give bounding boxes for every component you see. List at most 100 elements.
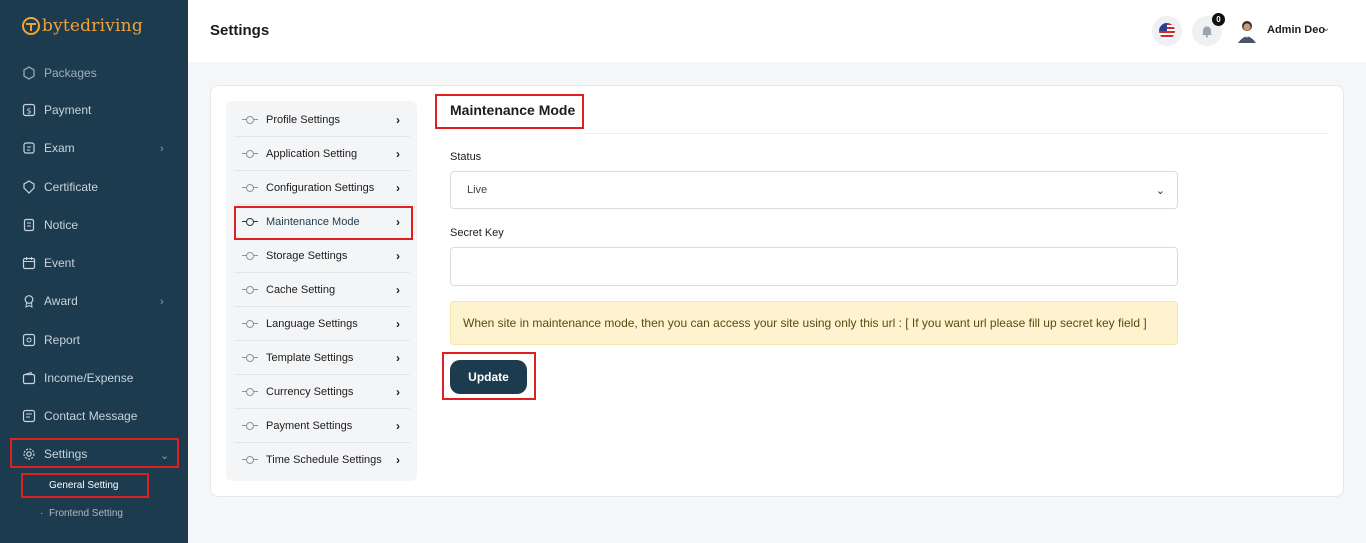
svg-text:$: $ bbox=[26, 107, 31, 116]
sidebar-item-report[interactable]: Report bbox=[22, 330, 80, 350]
node-icon bbox=[242, 115, 258, 124]
settings-menu-label: Cache Setting bbox=[266, 283, 336, 296]
settings-menu-application[interactable]: Application Setting › bbox=[234, 137, 410, 171]
settings-menu-profile[interactable]: Profile Settings › bbox=[234, 103, 410, 137]
settings-menu-configuration[interactable]: Configuration Settings › bbox=[234, 171, 410, 205]
notice-icon bbox=[22, 218, 36, 232]
secret-key-input[interactable] bbox=[450, 247, 1178, 286]
chevron-right-icon: › bbox=[160, 143, 164, 155]
sidebar-item-packages[interactable]: Packages bbox=[22, 63, 97, 83]
node-icon bbox=[242, 319, 258, 328]
settings-menu-label: Time Schedule Settings bbox=[266, 454, 382, 466]
chevron-right-icon: › bbox=[396, 112, 400, 127]
secret-key-label: Secret Key bbox=[450, 227, 504, 239]
bell-icon bbox=[1202, 26, 1212, 38]
chevron-right-icon: › bbox=[396, 453, 400, 467]
sidebar-item-payment[interactable]: $ Payment bbox=[22, 100, 91, 120]
chevron-right-icon: › bbox=[396, 418, 400, 433]
settings-menu-storage[interactable]: Storage Settings › bbox=[234, 239, 410, 273]
package-icon bbox=[22, 66, 36, 80]
sidebar: bytedriving Packages $ Payment Exam › Ce… bbox=[0, 0, 188, 543]
certificate-icon bbox=[22, 180, 36, 194]
settings-menu-label: Configuration Settings bbox=[266, 181, 375, 194]
node-icon bbox=[242, 421, 258, 430]
node-icon bbox=[242, 353, 258, 362]
sidebar-item-settings[interactable]: Settings bbox=[22, 444, 87, 464]
section-title: Maintenance Mode bbox=[450, 102, 576, 118]
sidebar-item-label: Contact Message bbox=[44, 409, 138, 423]
steering-wheel-icon bbox=[22, 17, 40, 35]
settings-submenu: Profile Settings › Application Setting ›… bbox=[226, 101, 417, 481]
node-icon bbox=[242, 285, 258, 294]
settings-menu-label: Template Settings bbox=[266, 351, 354, 364]
sidebar-item-label: Notice bbox=[44, 218, 79, 232]
chevron-right-icon: › bbox=[396, 384, 400, 399]
notification-count-badge: 0 bbox=[1212, 13, 1225, 26]
status-select-value: Live bbox=[467, 184, 488, 196]
sidebar-item-label: Exam bbox=[44, 141, 75, 155]
node-icon bbox=[242, 149, 258, 158]
sidebar-item-certificate[interactable]: Certificate bbox=[22, 177, 98, 197]
bullet-icon: · bbox=[40, 508, 44, 519]
chevron-right-icon: › bbox=[396, 146, 400, 161]
top-header: Settings 0 Admin Deo ⌄ bbox=[188, 0, 1366, 62]
sidebar-item-award[interactable]: Award bbox=[22, 291, 78, 311]
avatar[interactable] bbox=[1236, 19, 1258, 43]
calendar-icon bbox=[22, 256, 36, 270]
exam-icon bbox=[22, 141, 36, 155]
chevron-right-icon: › bbox=[160, 296, 164, 308]
chevron-right-icon: › bbox=[396, 350, 400, 365]
node-icon bbox=[242, 387, 258, 396]
maintenance-notice: When site in maintenance mode, then you … bbox=[450, 301, 1178, 345]
sidebar-subitem-frontend-setting[interactable]: Frontend Setting bbox=[49, 508, 123, 519]
us-flag-icon bbox=[1159, 23, 1175, 39]
settings-menu-label: Profile Settings bbox=[266, 113, 340, 126]
status-select[interactable]: Live ⌄ bbox=[450, 171, 1178, 209]
brand-logo[interactable]: bytedriving bbox=[22, 16, 143, 36]
node-icon bbox=[242, 183, 258, 192]
sidebar-item-income-expense[interactable]: Income/Expense bbox=[22, 368, 133, 388]
chevron-down-icon: ⌄ bbox=[1155, 185, 1165, 197]
settings-menu-payment[interactable]: Payment Settings › bbox=[234, 409, 410, 443]
chevron-right-icon: › bbox=[396, 282, 400, 297]
settings-menu-label: Language Settings bbox=[266, 317, 358, 330]
user-name[interactable]: Admin Deo bbox=[1267, 24, 1325, 36]
award-icon bbox=[22, 294, 36, 308]
status-label: Status bbox=[450, 151, 482, 163]
message-icon bbox=[22, 409, 36, 423]
maintenance-notice-text: When site in maintenance mode, then you … bbox=[463, 316, 1147, 330]
sidebar-item-label: Report bbox=[44, 333, 81, 347]
chevron-right-icon: › bbox=[396, 248, 400, 263]
gear-icon bbox=[22, 447, 36, 461]
sidebar-item-label: Award bbox=[44, 294, 78, 308]
sidebar-item-exam[interactable]: Exam bbox=[22, 138, 75, 158]
page-title: Settings bbox=[210, 22, 270, 39]
sidebar-item-label: Income/Expense bbox=[44, 371, 134, 385]
settings-menu-time-schedule[interactable]: Time Schedule Settings › bbox=[234, 443, 410, 477]
settings-menu-currency[interactable]: Currency Settings › bbox=[234, 375, 410, 409]
sidebar-item-label: Settings bbox=[44, 447, 88, 461]
sidebar-item-contact-message[interactable]: Contact Message bbox=[22, 406, 137, 426]
chevron-down-icon[interactable]: ⌄ bbox=[1322, 23, 1330, 34]
sidebar-item-label: Event bbox=[44, 256, 75, 270]
settings-menu-label: Currency Settings bbox=[266, 385, 354, 398]
brand-name: bytedriving bbox=[42, 16, 143, 36]
divider bbox=[584, 133, 1328, 134]
settings-menu-cache[interactable]: Cache Setting › bbox=[234, 273, 410, 307]
sidebar-item-label: Packages bbox=[44, 66, 97, 80]
sidebar-item-notice[interactable]: Notice bbox=[22, 215, 78, 235]
sidebar-item-event[interactable]: Event bbox=[22, 253, 75, 273]
chevron-down-icon: ⌄ bbox=[160, 450, 170, 462]
settings-menu-label: Application Setting bbox=[266, 147, 358, 160]
sidebar-subitem-general-setting[interactable]: General Setting bbox=[49, 480, 119, 491]
dollar-icon: $ bbox=[22, 103, 36, 117]
chevron-right-icon: › bbox=[396, 316, 400, 331]
settings-menu-language[interactable]: Language Settings › bbox=[234, 307, 410, 341]
wallet-icon bbox=[22, 371, 36, 385]
settings-menu-template[interactable]: Template Settings › bbox=[234, 341, 410, 375]
update-button[interactable]: Update bbox=[450, 360, 527, 394]
report-icon bbox=[22, 333, 36, 347]
node-icon bbox=[242, 456, 258, 464]
sidebar-item-label: Certificate bbox=[44, 180, 99, 194]
language-button[interactable] bbox=[1152, 16, 1182, 46]
